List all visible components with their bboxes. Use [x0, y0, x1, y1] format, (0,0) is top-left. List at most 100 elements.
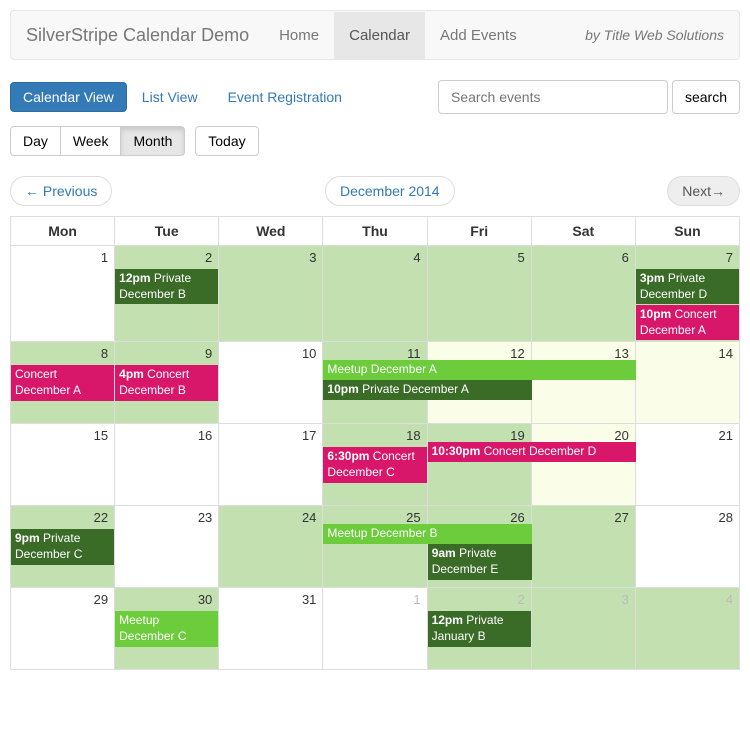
weekday-header-cell: Tue	[115, 217, 219, 246]
nav-link-home[interactable]: Home	[264, 12, 334, 59]
calendar-day[interactable]: 5	[427, 246, 531, 342]
event-title: Concert December A	[15, 367, 81, 397]
calendar-event[interactable]: Meetup December A	[323, 360, 636, 380]
calendar-event[interactable]: 12pm Private December B	[115, 269, 218, 304]
calendar-event[interactable]: 9pm Private December C	[11, 529, 114, 564]
calendar-event[interactable]: Concert December A	[11, 365, 114, 400]
today-group: Today	[195, 126, 258, 156]
event-title: Concert December D	[484, 444, 597, 458]
calendar-day[interactable]: 16	[115, 424, 219, 506]
event-title: Meetup December A	[327, 362, 436, 376]
month-button[interactable]: Month	[120, 126, 185, 156]
calendar-event[interactable]: 12pm Private January B	[428, 611, 531, 646]
day-number: 4	[636, 588, 739, 611]
calendar-event[interactable]: 9am Private December E	[428, 544, 532, 579]
event-time: 9am	[432, 546, 459, 560]
calendar-day[interactable]: 15	[11, 424, 115, 506]
day-number: 1	[11, 246, 114, 269]
calendar-day[interactable]: 24	[219, 506, 323, 588]
calendar-day[interactable]: 1	[11, 246, 115, 342]
calendar-day[interactable]: 4	[323, 246, 427, 342]
search-button[interactable]: search	[672, 80, 740, 114]
calendar-week: 2930Meetup December C311212pm Private Ja…	[11, 588, 740, 670]
calendar-view-button[interactable]: Calendar View	[10, 82, 127, 112]
previous-button[interactable]: ← Previous	[10, 176, 112, 206]
weekday-header-cell: Wed	[219, 217, 323, 246]
calendar-event[interactable]: 4pm Concert December B	[115, 365, 218, 400]
nav-link-add-events[interactable]: Add Events	[425, 12, 532, 59]
calendar-day[interactable]: 1910:30pm Concert December D	[427, 424, 531, 506]
calendar-day[interactable]: 29	[11, 588, 115, 670]
calendar-day[interactable]: 10	[219, 342, 323, 424]
calendar-day[interactable]: 28	[635, 506, 739, 588]
calendar-day[interactable]: 186:30pm Concert December C	[323, 424, 427, 506]
calendar-day[interactable]: 25Meetup December B9am Private December …	[323, 506, 427, 588]
calendar-day[interactable]: 13	[531, 342, 635, 424]
event-time: 12pm	[119, 271, 154, 285]
view-controls: Calendar View List View Event Registrati…	[10, 80, 740, 114]
calendar-day[interactable]: 4	[635, 588, 739, 670]
day-number: 24	[219, 506, 322, 529]
day-number: 27	[532, 506, 635, 529]
event-registration-link[interactable]: Event Registration	[213, 83, 357, 111]
calendar-day[interactable]: 17	[219, 424, 323, 506]
day-number: 23	[115, 506, 218, 529]
range-controls: Day Week Month Today	[10, 126, 740, 176]
calendar-day[interactable]: 31	[219, 588, 323, 670]
day-number: 8	[11, 342, 114, 365]
day-number: 1	[323, 588, 426, 611]
day-button[interactable]: Day	[10, 126, 61, 156]
day-number: 29	[11, 588, 114, 611]
calendar-day[interactable]: 6	[531, 246, 635, 342]
week-button[interactable]: Week	[60, 126, 122, 156]
month-title[interactable]: December 2014	[325, 176, 455, 206]
navbar-brand[interactable]: SilverStripe Calendar Demo	[26, 10, 264, 61]
calendar-week: 8Concert December A94pm Concert December…	[11, 342, 740, 424]
attribution-link[interactable]: Title Web Solutions	[604, 27, 724, 43]
calendar-day[interactable]: 27	[531, 506, 635, 588]
calendar-day[interactable]: 20	[531, 424, 635, 506]
day-number: 14	[636, 342, 739, 365]
calendar-event[interactable]: 10pm Private December A	[323, 380, 532, 400]
calendar-grid: MonTueWedThuFriSatSun 1212pm Private Dec…	[10, 216, 740, 670]
calendar-day[interactable]: 94pm Concert December B	[115, 342, 219, 424]
day-number: 18	[323, 424, 426, 447]
next-button[interactable]: Next→	[667, 176, 740, 206]
calendar-day[interactable]: 14	[635, 342, 739, 424]
calendar-day[interactable]: 30Meetup December C	[115, 588, 219, 670]
event-time: 10:30pm	[432, 444, 484, 458]
calendar-event[interactable]: 3pm Private December D	[636, 269, 739, 304]
view-links: Calendar View List View Event Registrati…	[10, 82, 357, 112]
calendar-event[interactable]: Meetup December C	[115, 611, 218, 646]
event-title: Meetup December B	[327, 526, 437, 540]
day-number: 10	[219, 342, 322, 365]
event-title: Private December A	[362, 382, 469, 396]
calendar-day[interactable]: 212pm Private December B	[115, 246, 219, 342]
calendar-day[interactable]: 3	[219, 246, 323, 342]
calendar-event[interactable]: 10pm Concert December A	[636, 305, 739, 340]
day-number: 31	[219, 588, 322, 611]
day-number: 17	[219, 424, 322, 447]
calendar-day[interactable]: 3	[531, 588, 635, 670]
calendar-event[interactable]: 6:30pm Concert December C	[323, 447, 426, 482]
calendar-event[interactable]: 10:30pm Concert December D	[428, 442, 637, 462]
calendar-day[interactable]: 229pm Private December C	[11, 506, 115, 588]
day-number: 3	[532, 588, 635, 611]
event-time: 10pm	[327, 382, 362, 396]
list-view-link[interactable]: List View	[127, 83, 213, 111]
nav-link-calendar[interactable]: Calendar	[334, 12, 425, 59]
calendar-day[interactable]: 21	[635, 424, 739, 506]
day-number: 9	[115, 342, 218, 365]
event-time: 12pm	[432, 613, 467, 627]
calendar-day[interactable]: 212pm Private January B	[427, 588, 531, 670]
search-input[interactable]	[438, 80, 668, 114]
calendar-day[interactable]: 1	[323, 588, 427, 670]
weekday-header-cell: Sun	[635, 217, 739, 246]
calendar-day[interactable]: 23	[115, 506, 219, 588]
calendar-day[interactable]: 73pm Private December D10pm Concert Dece…	[635, 246, 739, 342]
calendar-day[interactable]: 11Meetup December A10pm Private December…	[323, 342, 427, 424]
calendar-event[interactable]: Meetup December B	[323, 524, 532, 544]
day-number: 6	[532, 246, 635, 269]
calendar-day[interactable]: 8Concert December A	[11, 342, 115, 424]
today-button[interactable]: Today	[195, 126, 258, 156]
